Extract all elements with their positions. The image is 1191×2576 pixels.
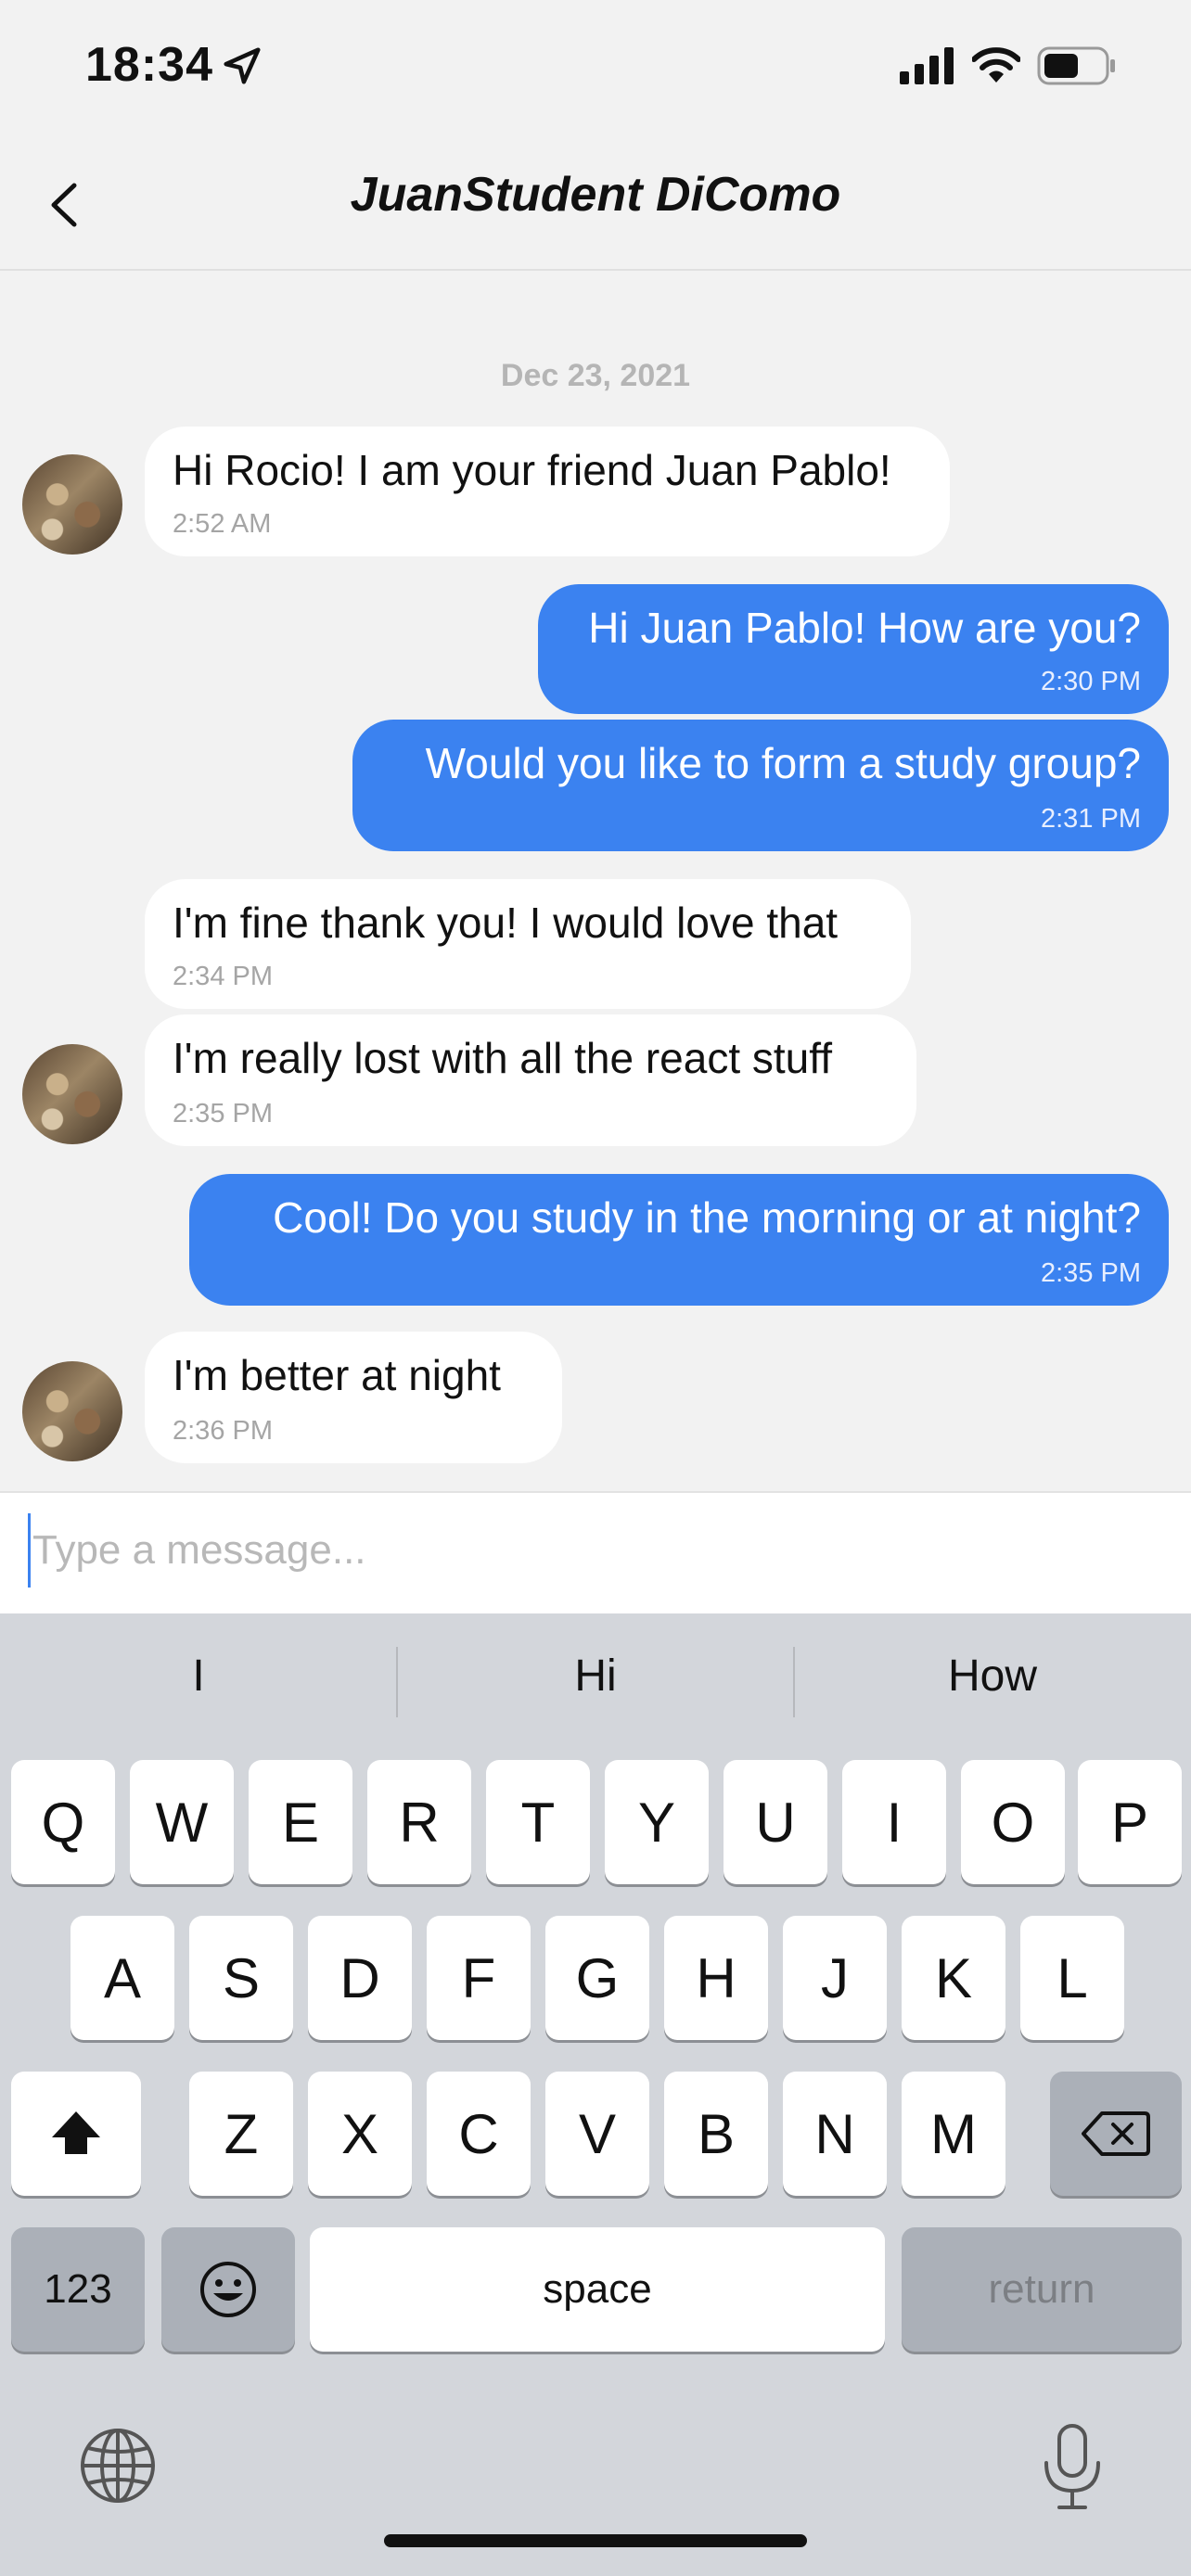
key-s[interactable]: S — [189, 1916, 293, 2040]
avatar[interactable] — [22, 1044, 122, 1144]
message-list[interactable]: Dec 23, 2021 Hi Rocio! I am your friend … — [0, 271, 1191, 1491]
message-text: I'm really lost with all the react stuff — [173, 1034, 832, 1082]
key-g[interactable]: G — [545, 1916, 649, 2040]
message-bubble-outgoing[interactable]: Cool! Do you study in the morning or at … — [189, 1174, 1169, 1306]
composer-bar — [0, 1491, 1191, 1613]
key-x[interactable]: X — [308, 2072, 412, 2196]
avatar[interactable] — [22, 1361, 122, 1461]
message-time: 2:31 PM — [1041, 804, 1141, 834]
key-o[interactable]: O — [961, 1760, 1065, 1884]
key-k[interactable]: K — [902, 1916, 1005, 2040]
key-w[interactable]: W — [130, 1760, 234, 1884]
cellular-signal-icon — [900, 47, 954, 84]
key-c[interactable]: C — [427, 2072, 531, 2196]
message-text: I'm better at night — [173, 1351, 501, 1399]
keyboard: I Hi How Q W E R T Y U I O P A S D F G H… — [0, 1613, 1191, 2576]
key-d[interactable]: D — [308, 1916, 412, 2040]
globe-icon[interactable] — [78, 2426, 158, 2506]
key-n[interactable]: N — [783, 2072, 887, 2196]
avatar[interactable] — [22, 454, 122, 555]
message-time: 2:52 AM — [173, 509, 272, 539]
key-q[interactable]: Q — [11, 1760, 115, 1884]
emoji-key[interactable] — [161, 2227, 295, 2352]
message-text: Hi Rocio! I am your friend Juan Pablo! — [173, 446, 891, 494]
message-bubble-incoming[interactable]: I'm fine thank you! I would love that 2:… — [145, 879, 911, 1009]
message-text: I'm fine thank you! I would love that — [173, 899, 839, 947]
date-separator: Dec 23, 2021 — [500, 358, 691, 393]
message-text: Would you like to form a study group? — [425, 739, 1141, 787]
space-key[interactable]: space — [310, 2227, 885, 2352]
delete-backspace-icon — [1082, 2111, 1150, 2156]
suggestion-item[interactable]: How — [794, 1651, 1191, 1702]
message-time: 2:36 PM — [173, 1416, 273, 1446]
key-y[interactable]: Y — [605, 1760, 709, 1884]
key-b[interactable]: B — [664, 2072, 768, 2196]
key-a[interactable]: A — [70, 1916, 174, 2040]
message-input[interactable] — [28, 1513, 1159, 1588]
shift-key[interactable] — [11, 2072, 141, 2196]
key-t[interactable]: T — [486, 1760, 590, 1884]
chat-screen: 18:34 JuanStudent DiComo Dec 23, 2021 Hi… — [0, 0, 1191, 2576]
key-e[interactable]: E — [249, 1760, 352, 1884]
return-key[interactable]: return — [902, 2227, 1182, 2352]
key-i[interactable]: I — [842, 1760, 946, 1884]
microphone-icon[interactable] — [1035, 2420, 1109, 2513]
page-title: JuanStudent DiComo — [350, 168, 841, 222]
home-indicator[interactable] — [384, 2534, 807, 2547]
key-l[interactable]: L — [1020, 1916, 1124, 2040]
message-bubble-outgoing[interactable]: Hi Juan Pablo! How are you? 2:30 PM — [538, 584, 1169, 714]
location-arrow-icon — [224, 47, 261, 84]
message-time: 2:34 PM — [173, 962, 273, 991]
key-v[interactable]: V — [545, 2072, 649, 2196]
status-time: 18:34 — [85, 38, 213, 92]
message-bubble-incoming[interactable]: I'm better at night 2:36 PM — [145, 1332, 562, 1463]
emoji-smiley-icon — [200, 2262, 256, 2317]
message-bubble-outgoing[interactable]: Would you like to form a study group? 2:… — [352, 720, 1169, 851]
status-bar: 18:34 — [0, 0, 1191, 139]
chat-header: JuanStudent DiComo — [0, 139, 1191, 271]
battery-icon — [1037, 46, 1115, 85]
key-h[interactable]: H — [664, 1916, 768, 2040]
suggestion-item[interactable]: Hi — [397, 1651, 794, 1702]
message-bubble-incoming[interactable]: Hi Rocio! I am your friend Juan Pablo! 2… — [145, 427, 950, 556]
status-indicators — [900, 45, 1117, 87]
shift-arrow-icon — [52, 2111, 100, 2154]
message-time: 2:35 PM — [1041, 1258, 1141, 1288]
suggestion-item[interactable]: I — [0, 1651, 397, 1702]
message-bubble-incoming[interactable]: I'm really lost with all the react stuff… — [145, 1014, 916, 1146]
key-u[interactable]: U — [724, 1760, 827, 1884]
predictive-suggestions: I Hi How — [0, 1613, 1191, 1753]
numbers-key[interactable]: 123 — [11, 2227, 145, 2352]
key-z[interactable]: Z — [189, 2072, 293, 2196]
key-p[interactable]: P — [1078, 1760, 1182, 1884]
wifi-icon — [972, 47, 1020, 83]
key-j[interactable]: J — [783, 1916, 887, 2040]
message-text: Cool! Do you study in the morning or at … — [273, 1193, 1141, 1242]
message-text: Hi Juan Pablo! How are you? — [588, 604, 1141, 652]
delete-key[interactable] — [1050, 2072, 1182, 2196]
key-r[interactable]: R — [367, 1760, 471, 1884]
key-f[interactable]: F — [427, 1916, 531, 2040]
key-m[interactable]: M — [902, 2072, 1005, 2196]
message-time: 2:35 PM — [173, 1099, 273, 1129]
message-time: 2:30 PM — [1041, 667, 1141, 696]
